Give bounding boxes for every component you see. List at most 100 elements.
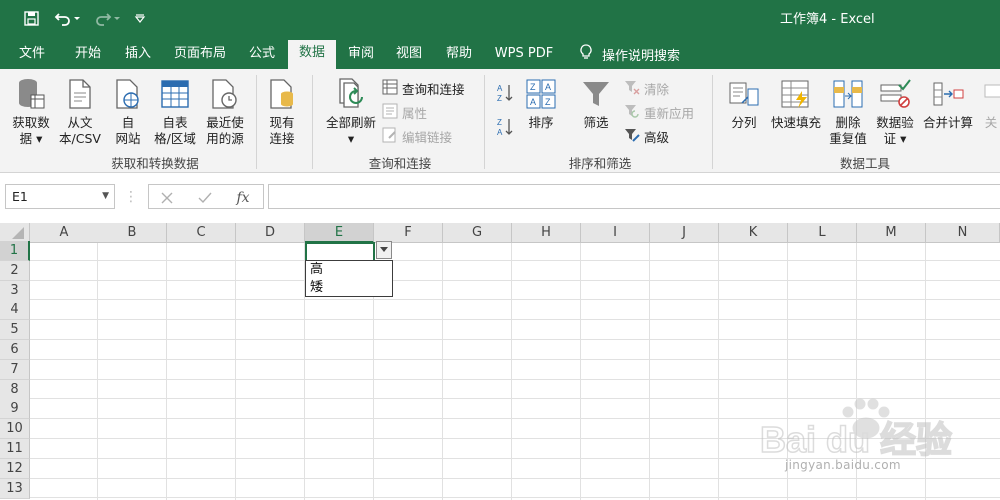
get-data-button[interactable]: 获取数 据 ▾ xyxy=(8,75,54,147)
tab-wps-pdf[interactable]: WPS PDF xyxy=(488,42,560,69)
tab-view[interactable]: 视图 xyxy=(386,42,432,69)
grid-row-line xyxy=(30,358,1000,360)
relationships-button[interactable]: 关 xyxy=(980,75,1000,131)
text-to-columns-button[interactable]: 分列 xyxy=(724,75,764,131)
advanced-filter-button[interactable]: 高级 xyxy=(624,125,669,147)
edit-links-button[interactable]: 编辑链接 xyxy=(382,125,452,147)
ribbon-tabs: 文件 开始 插入 页面布局 公式 数据 审阅 视图 帮助 WPS PDF 操作说… xyxy=(0,36,1000,69)
tab-file[interactable]: 文件 xyxy=(8,42,56,69)
svg-text:Z: Z xyxy=(497,94,502,103)
tab-help[interactable]: 帮助 xyxy=(436,42,482,69)
filter-button[interactable]: 筛选 xyxy=(576,75,616,131)
filter-funnel-icon xyxy=(576,75,616,113)
data-validation-button[interactable]: 数据验 证 ▾ xyxy=(872,75,918,147)
tab-data[interactable]: 数据 xyxy=(288,40,336,69)
from-table-line2: 格/区域 xyxy=(154,131,196,146)
data-validation-icon xyxy=(872,75,918,113)
tab-formulas[interactable]: 公式 xyxy=(240,42,284,69)
row-header-4[interactable]: 4 xyxy=(0,300,30,321)
recent-sources-line2: 用的源 xyxy=(206,131,244,146)
dropdown-option[interactable]: 矮 xyxy=(306,279,392,297)
sort-ascending-button[interactable]: AZ xyxy=(496,83,514,105)
column-header-b[interactable]: B xyxy=(98,223,167,243)
clear-filter-label: 清除 xyxy=(644,81,670,97)
from-table-line1: 自表 xyxy=(162,115,188,130)
consolidate-button[interactable]: 合并计算 xyxy=(920,75,976,131)
tab-insert[interactable]: 插入 xyxy=(114,42,162,69)
tab-page-layout[interactable]: 页面布局 xyxy=(168,42,232,69)
queries-connections-button[interactable]: 查询和连接 xyxy=(382,77,465,99)
properties-button[interactable]: 属性 xyxy=(382,101,427,123)
from-web-button[interactable]: 自 网站 xyxy=(108,75,148,147)
column-header-j[interactable]: J xyxy=(650,223,719,243)
group-label-get-transform: 获取和转换数据 xyxy=(111,156,199,171)
enter-icon[interactable] xyxy=(193,185,217,210)
tell-me-label: 操作说明搜索 xyxy=(602,48,681,64)
tell-me-search[interactable]: 操作说明搜索 xyxy=(580,42,680,66)
row-header-10[interactable]: 10 xyxy=(0,419,30,440)
column-header-f[interactable]: F xyxy=(374,223,443,243)
row-header-7[interactable]: 7 xyxy=(0,359,30,380)
save-icon[interactable] xyxy=(20,6,42,30)
column-header-l[interactable]: L xyxy=(788,223,857,243)
clear-filter-button[interactable]: 清除 xyxy=(624,77,669,99)
remove-duplicates-button[interactable]: 删除 重复值 xyxy=(826,75,870,147)
customize-qat-icon[interactable] xyxy=(132,6,148,30)
column-header-g[interactable]: G xyxy=(443,223,512,243)
row-header-5[interactable]: 5 xyxy=(0,320,30,341)
select-all-corner[interactable] xyxy=(0,223,30,243)
dropdown-option[interactable]: 高 xyxy=(306,261,392,279)
row-header-12[interactable]: 12 xyxy=(0,458,30,479)
grid-column-line xyxy=(166,243,167,500)
column-header-c[interactable]: C xyxy=(167,223,236,243)
tab-home[interactable]: 开始 xyxy=(64,42,112,69)
reapply-label: 重新应用 xyxy=(644,105,695,121)
reapply-button[interactable]: 重新应用 xyxy=(624,101,694,123)
from-table-button[interactable]: 自表 格/区域 xyxy=(150,75,200,147)
column-header-n[interactable]: N xyxy=(926,223,1000,243)
recent-sources-button[interactable]: 最近使 用的源 xyxy=(202,75,248,147)
queries-icon xyxy=(382,79,398,98)
edit-links-icon xyxy=(382,127,398,146)
insert-function-icon[interactable]: fx xyxy=(231,185,255,210)
cancel-icon[interactable] xyxy=(155,185,179,210)
column-header-k[interactable]: K xyxy=(719,223,788,243)
sort-descending-button[interactable]: ZA xyxy=(496,117,514,139)
name-box[interactable]: E1 ▼ xyxy=(5,184,115,209)
data-validation-line1: 数据验 xyxy=(876,115,914,130)
redo-icon[interactable] xyxy=(92,6,122,30)
column-header-a[interactable]: A xyxy=(30,223,99,243)
row-header-1[interactable]: 1 xyxy=(0,241,30,261)
from-web-line2: 网站 xyxy=(115,131,141,146)
consolidate-icon xyxy=(920,75,976,113)
column-header-i[interactable]: I xyxy=(581,223,650,243)
row-header-11[interactable]: 11 xyxy=(0,439,30,459)
row-header-3[interactable]: 3 xyxy=(0,280,30,301)
column-header-e[interactable]: E xyxy=(305,223,374,243)
from-text-csv-button[interactable]: 从文 本/CSV xyxy=(56,75,104,147)
ribbon-data: 获取数 据 ▾ 从文 本/CSV 自 网站 自表 格/区域 最近使 用的源 现有… xyxy=(0,69,1000,173)
name-box-dropdown-icon[interactable]: ▼ xyxy=(102,185,109,208)
column-header-m[interactable]: M xyxy=(857,223,926,243)
existing-connections-button[interactable]: 现有 连接 xyxy=(262,75,302,147)
baidu-jingyan-watermark: Bai du 经验 xyxy=(760,398,953,461)
row-header-2[interactable]: 2 xyxy=(0,260,30,281)
flash-fill-button[interactable]: 快速填充 xyxy=(768,75,824,131)
cell-dropdown-arrow-icon[interactable] xyxy=(376,241,392,259)
sort-button[interactable]: ZAAZ 排序 xyxy=(522,75,560,131)
formula-input[interactable] xyxy=(268,184,1000,209)
refresh-icon xyxy=(322,75,380,113)
svg-text:A: A xyxy=(497,84,503,93)
grid-column-line xyxy=(97,243,98,500)
properties-icon xyxy=(382,103,398,122)
column-header-d[interactable]: D xyxy=(236,223,305,243)
undo-icon[interactable] xyxy=(52,6,82,30)
row-header-6[interactable]: 6 xyxy=(0,340,30,360)
tab-review[interactable]: 审阅 xyxy=(338,42,384,69)
column-header-h[interactable]: H xyxy=(512,223,581,243)
row-header-8[interactable]: 8 xyxy=(0,379,30,400)
row-header-13[interactable]: 13 xyxy=(0,478,30,499)
grid-row-line xyxy=(30,259,1000,261)
refresh-all-button[interactable]: 全部刷新 ▾ xyxy=(322,75,380,147)
row-header-9[interactable]: 9 xyxy=(0,399,30,420)
